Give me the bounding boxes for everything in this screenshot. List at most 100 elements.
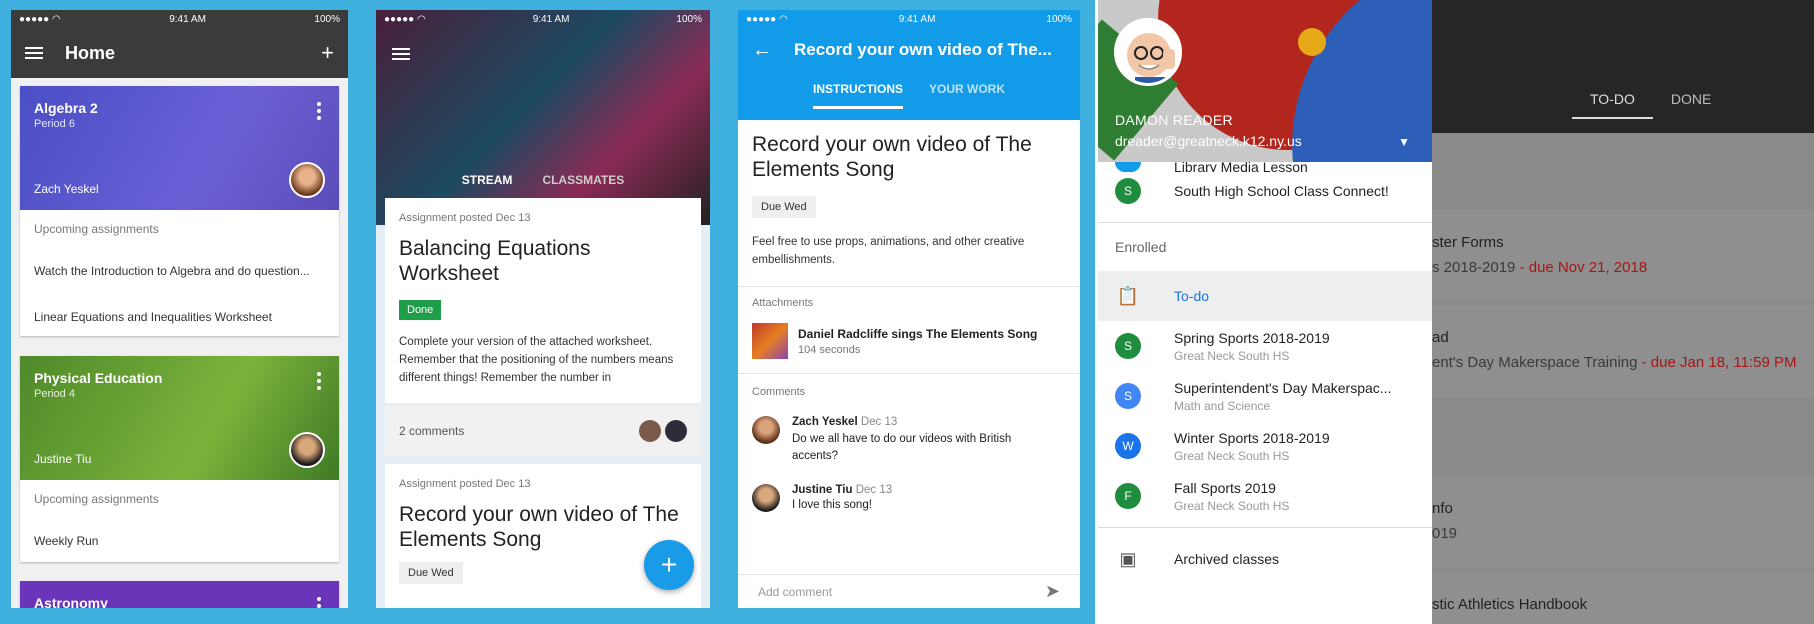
todo-due: - due Nov 21, 2018 <box>1515 259 1648 276</box>
class-name: Algebra 2 <box>34 100 98 116</box>
signal-indicator: ●●●●● ◠ <box>19 13 61 25</box>
clock: 9:41 AM <box>532 13 570 25</box>
assignment-link[interactable]: Watch the Introduction to Algebra and do… <box>34 264 325 278</box>
class-initial-icon: S <box>1115 383 1141 409</box>
comment-item: Justine Tiu Dec 13 I love this song! <box>752 484 1066 513</box>
class-initial-icon <box>1115 162 1141 172</box>
comments-count: 2 comments <box>399 424 465 438</box>
comment-author: Justine Tiu <box>792 484 853 497</box>
class-banner[interactable]: Physical Education Period 4 Justine Tiu <box>20 356 339 480</box>
instructions-section: Record your own video of The Elements So… <box>738 120 1080 287</box>
menu-icon[interactable] <box>25 47 43 59</box>
home-top-bar: ●●●●● ◠ 9:41 AM 100% Home + <box>11 10 348 78</box>
back-arrow-icon[interactable]: ← <box>752 39 772 62</box>
drawer-item-sub: Great Neck South HS <box>1174 498 1290 513</box>
class-banner[interactable]: Algebra 2 Period 6 Zach Yeskel <box>20 86 339 210</box>
todo-title: ad <box>1432 329 1449 346</box>
clock: 9:41 AM <box>169 13 206 25</box>
todo-row[interactable]: ster Forms s 2018-2019 - due Nov 21, 201… <box>1432 210 1814 300</box>
class-card-algebra[interactable]: Algebra 2 Period 6 Zach Yeskel Upcoming … <box>20 86 339 336</box>
class-card-pe[interactable]: Physical Education Period 4 Justine Tiu … <box>20 356 339 562</box>
tab-todo[interactable]: TO-DO <box>1572 81 1653 119</box>
assignment-description: Complete your version of the attached wo… <box>399 336 674 384</box>
assignment-description: Feel free to use props, animations, and … <box>752 236 1025 267</box>
phone-home-screen: ●●●●● ◠ 9:41 AM 100% Home + Algebra 2 Pe… <box>11 10 348 608</box>
menu-icon[interactable] <box>392 48 410 60</box>
stream-tabs: STREAM CLASSMATES <box>376 173 710 201</box>
drawer-item-label: Archived classes <box>1174 551 1280 567</box>
assignment-card[interactable]: Assignment posted Dec 13 Balancing Equat… <box>385 198 701 403</box>
upcoming-label: Upcoming assignments <box>34 492 159 506</box>
upcoming-section: Upcoming assignments Watch the Introduct… <box>20 210 339 336</box>
tab-stream[interactable]: STREAM <box>461 173 513 201</box>
comment-item: Zach Yeskel Dec 13 Do we all have to do … <box>752 416 1066 464</box>
tab-done[interactable]: DONE <box>1653 81 1729 119</box>
comments-bar[interactable]: 2 comments <box>385 406 701 456</box>
comments-section: Comments Zach Yeskel Dec 13 Do we all ha… <box>738 374 1080 524</box>
user-avatar[interactable] <box>1114 18 1182 86</box>
class-banner[interactable]: Astronomy <box>20 581 339 608</box>
more-vert-icon[interactable] <box>317 102 321 120</box>
drawer-item-class[interactable]: S Spring Sports 2018-2019 Great Neck Sout… <box>1098 321 1432 371</box>
upcoming-section: Upcoming assignments Weekly Run <box>20 480 339 562</box>
assignment-title: Balancing Equations Worksheet <box>399 237 591 286</box>
avatar <box>665 420 687 442</box>
assignment-clipboard-icon: 📋 <box>1116 285 1140 306</box>
teacher-avatar <box>289 162 325 198</box>
comment-author: Zach Yeskel <box>792 416 858 428</box>
avatar <box>752 416 780 444</box>
user-email: dreader@greatneck.k12.ny.us <box>1115 133 1302 149</box>
add-comment-bar: Add comment ➤ <box>738 574 1080 608</box>
class-teacher: Zach Yeskel <box>34 182 99 196</box>
assignment-link[interactable]: Linear Equations and Inequalities Worksh… <box>34 310 325 324</box>
drawer-item-class[interactable]: F Fall Sports 2019 Great Neck South HS <box>1098 471 1432 521</box>
detail-tabs: INSTRUCTIONS YOUR WORK <box>738 82 1080 109</box>
drawer-item-class[interactable]: W Winter Sports 2018-2019 Great Neck Sout… <box>1098 421 1432 471</box>
posted-date: Assignment posted Dec 13 <box>399 478 531 490</box>
tab-classmates[interactable]: CLASSMATES <box>542 173 624 201</box>
drawer-item-class-connect[interactable]: S South High School Class Connect! <box>1098 172 1432 210</box>
tab-instructions[interactable]: INSTRUCTIONS <box>813 82 903 109</box>
todo-row[interactable]: ad ent's Day Makerspace Training - due J… <box>1432 305 1814 397</box>
page-title: Record your own video of The... <box>794 40 1052 59</box>
attachment-title: Daniel Radcliffe sings The Elements Song <box>798 326 1038 341</box>
account-dropdown-icon[interactable]: ▼ <box>1398 135 1410 149</box>
todo-row[interactable]: stic Athletics Handbook <box>1432 572 1814 624</box>
drawer-item-label: South High School Class Connect! <box>1174 183 1389 199</box>
teacher-avatar <box>289 432 325 468</box>
attachments-section: Attachments Daniel Radcliffe sings The E… <box>738 287 1080 374</box>
more-vert-icon[interactable] <box>317 372 321 390</box>
drawer-item-todo[interactable]: 📋 To-do <box>1098 271 1432 321</box>
drawer-item-class[interactable]: S Superintendent's Day Makerspac... Math … <box>1098 371 1432 421</box>
add-fab-button[interactable]: + <box>644 540 694 590</box>
more-vert-icon[interactable] <box>317 597 321 608</box>
class-card-astronomy[interactable]: Astronomy <box>20 581 339 608</box>
detail-app-bar: ← Record your own video of The... <box>738 28 1080 68</box>
drawer-item-archived[interactable]: ▣ Archived classes <box>1098 528 1432 590</box>
attachment-meta: 104 seconds <box>798 343 861 356</box>
add-comment-input[interactable]: Add comment <box>758 585 832 599</box>
assignment-card[interactable]: Assignment posted Dec 13 Record your own… <box>385 464 701 608</box>
drawer-item-partial[interactable]: Library Media Lesson <box>1098 162 1432 172</box>
commenter-avatars <box>639 420 687 442</box>
comments-label: Comments <box>752 386 806 398</box>
archive-icon: ▣ <box>1119 548 1137 569</box>
todo-row[interactable]: nfo 019 <box>1432 476 1814 568</box>
tab-your-work[interactable]: YOUR WORK <box>929 82 1005 109</box>
todo-due: - due Jan 18, 11:59 PM <box>1637 354 1797 371</box>
drawer-item-sub: Math and Science <box>1174 398 1271 413</box>
class-initial-icon: W <box>1115 433 1141 459</box>
assignment-title: Record your own video of The Elements So… <box>752 133 1032 182</box>
status-bar: ●●●●● ◠ 9:41 AM 100% <box>738 10 1080 28</box>
drawer-item-label: Winter Sports 2018-2019 <box>1174 429 1330 446</box>
attachment-item[interactable]: Daniel Radcliffe sings The Elements Song… <box>752 323 1066 359</box>
assignment-link[interactable]: Weekly Run <box>34 534 325 548</box>
drawer-header: DAMON READER dreader@greatneck.k12.ny.us… <box>1098 0 1432 162</box>
drawer-item-label: Fall Sports 2019 <box>1174 479 1276 496</box>
todo-title: stic Athletics Handbook <box>1432 596 1588 613</box>
upcoming-label: Upcoming assignments <box>34 222 159 236</box>
user-name: DAMON READER <box>1115 112 1233 128</box>
attachments-label: Attachments <box>752 297 814 309</box>
send-icon[interactable]: ➤ <box>1045 581 1060 602</box>
add-icon[interactable]: + <box>321 40 334 66</box>
